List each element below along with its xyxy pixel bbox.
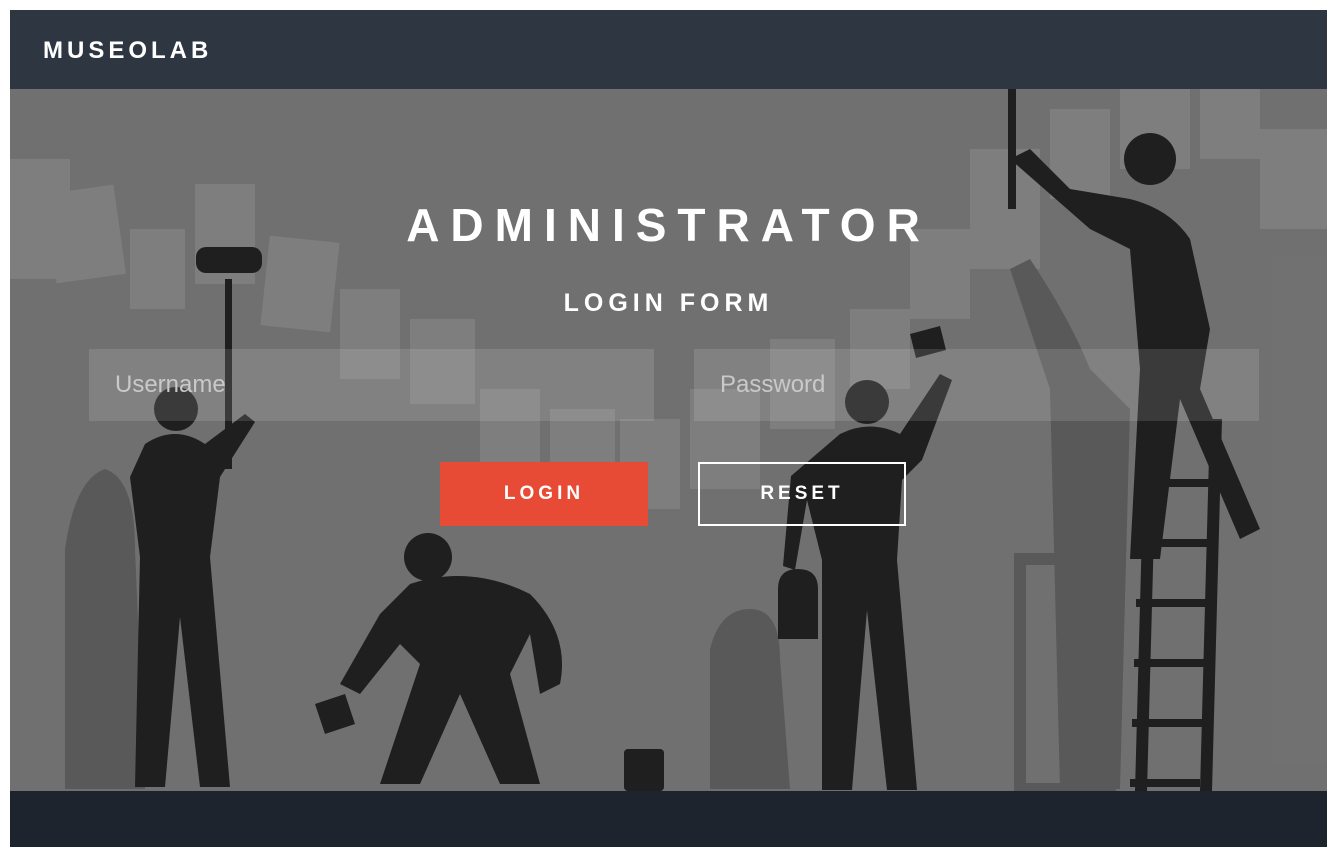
hero-section: ADMINISTRATOR LOGIN FORM LOGIN RESET [10, 89, 1327, 791]
form-subtitle: LOGIN FORM [563, 289, 774, 317]
footer-bar [10, 791, 1327, 847]
login-button[interactable]: LOGIN [440, 462, 648, 526]
painters-silhouette-background [10, 89, 1327, 791]
password-input[interactable] [694, 349, 1259, 421]
top-navbar: MUSEOLAB [10, 10, 1327, 89]
reset-button[interactable]: RESET [698, 462, 906, 526]
brand-logo[interactable]: MUSEOLAB [43, 37, 212, 65]
page-frame: MUSEOLAB ADMINISTRATOR LOGIN FORM Userna… [10, 10, 1327, 847]
username-input[interactable] [89, 349, 654, 421]
page-title: ADMINISTRATOR [406, 199, 931, 251]
